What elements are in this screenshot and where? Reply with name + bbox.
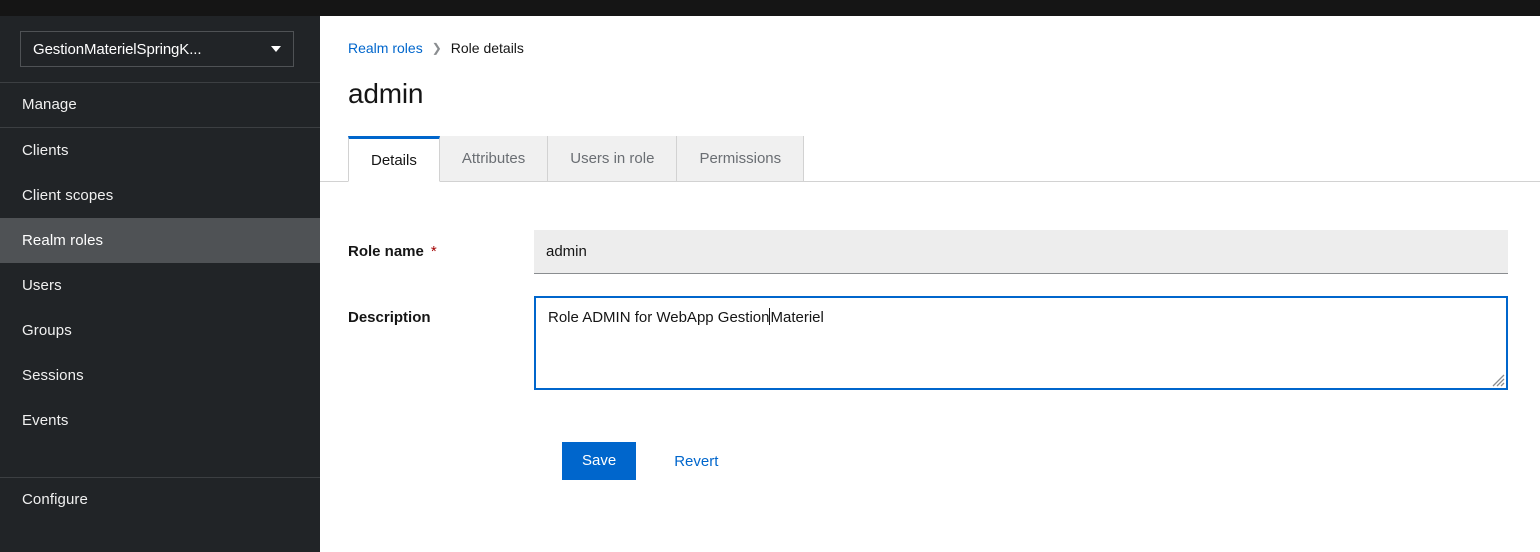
tab-permissions[interactable]: Permissions	[676, 136, 805, 182]
sidebar-item-label: Clients	[22, 142, 69, 159]
sidebar-item-label: Groups	[22, 322, 72, 339]
form-actions: Save Revert	[348, 412, 1540, 480]
form-row-description: Description Role ADMIN for WebApp Gestio…	[348, 296, 1540, 390]
sidebar-item-label: Sessions	[22, 367, 84, 384]
description-label: Description	[348, 309, 431, 326]
realm-selector-label: GestionMaterielSpringK...	[33, 40, 202, 58]
breadcrumb-current: Role details	[450, 40, 524, 56]
description-text-after-caret: Materiel	[770, 309, 824, 326]
sidebar-item-label: Users	[22, 277, 62, 294]
tab-users-in-role[interactable]: Users in role	[547, 136, 678, 182]
nav-list-manage: Clients Client scopes Realm roles Users …	[0, 128, 320, 443]
main-content: Realm roles ❯ Role details admin Details…	[320, 16, 1540, 552]
sidebar-item-clients[interactable]: Clients	[0, 128, 320, 173]
sidebar-item-users[interactable]: Users	[0, 263, 320, 308]
page-title: admin	[348, 78, 424, 109]
tab-label: Users in role	[570, 150, 655, 167]
sidebar: GestionMaterielSpringK... Manage Clients…	[0, 16, 320, 552]
sidebar-item-label: Realm roles	[22, 232, 104, 249]
sidebar-item-label: Events	[22, 412, 69, 429]
form-row-role-name: Role name * admin	[348, 230, 1540, 274]
tab-attributes[interactable]: Attributes	[438, 136, 549, 182]
masthead	[0, 0, 1540, 16]
nav-section-title-configure: Configure	[22, 491, 88, 508]
revert-button[interactable]: Revert	[658, 442, 734, 480]
description-textarea[interactable]: Role ADMIN for WebApp GestionMateriel	[534, 296, 1508, 390]
sidebar-item-label: Client scopes	[22, 187, 114, 204]
chevron-down-icon	[271, 46, 281, 52]
tab-label: Permissions	[699, 150, 782, 167]
role-name-value: admin	[546, 242, 587, 260]
sidebar-item-groups[interactable]: Groups	[0, 308, 320, 353]
tab-label: Details	[371, 151, 417, 169]
required-asterisk: *	[430, 243, 437, 260]
sidebar-item-client-scopes[interactable]: Client scopes	[0, 173, 320, 218]
keycloak-admin-console: GestionMaterielSpringK... Manage Clients…	[0, 0, 1540, 552]
description-text-before-caret: Role ADMIN for WebApp Gestion	[548, 309, 770, 326]
tab-details[interactable]: Details	[348, 136, 440, 182]
role-name-label-text: Role name	[348, 243, 424, 260]
tab-bar: Details Attributes Users in role Permiss…	[320, 136, 1540, 182]
description-textarea-wrapper: Role ADMIN for WebApp GestionMateriel	[534, 296, 1508, 390]
tab-label: Attributes	[461, 150, 526, 167]
breadcrumb-link-realm-roles[interactable]: Realm roles	[348, 40, 423, 56]
sidebar-item-sessions[interactable]: Sessions	[0, 353, 320, 398]
breadcrumb: Realm roles ❯ Role details	[320, 16, 1540, 56]
realm-selector-container: GestionMaterielSpringK...	[0, 16, 320, 82]
nav-section-title-manage: Manage	[22, 96, 77, 113]
realm-selector[interactable]: GestionMaterielSpringK...	[20, 31, 294, 67]
sidebar-item-realm-roles[interactable]: Realm roles	[0, 218, 320, 263]
role-details-form: Role name * admin Description Role ADMIN …	[320, 182, 1540, 480]
role-name-input[interactable]: admin	[534, 230, 1508, 274]
chevron-right-icon: ❯	[431, 41, 442, 55]
save-button[interactable]: Save	[562, 442, 637, 480]
role-name-label: Role name *	[348, 230, 534, 261]
sidebar-item-events[interactable]: Events	[0, 398, 320, 443]
